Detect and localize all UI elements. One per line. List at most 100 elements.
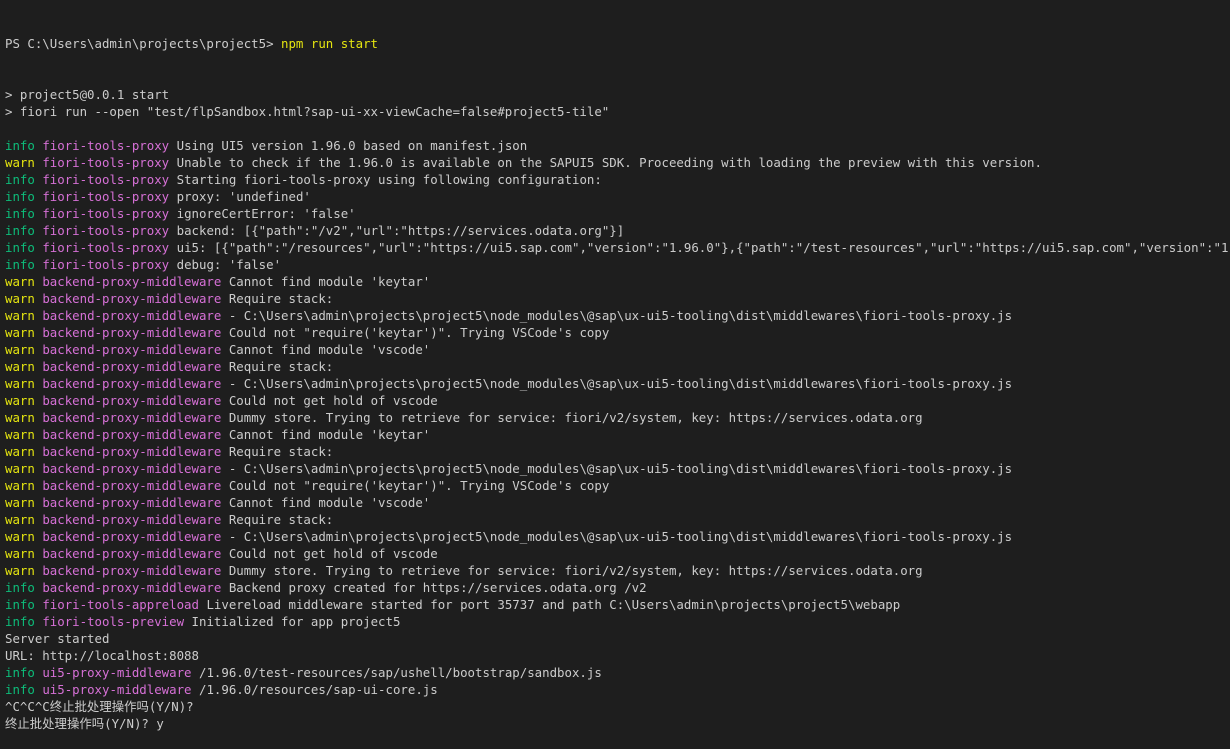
log-module: fiori-tools-proxy bbox=[42, 206, 170, 221]
status-line: URL: http://localhost:8088 bbox=[5, 648, 199, 663]
log-module: fiori-tools-proxy bbox=[42, 172, 170, 187]
log-level: info bbox=[5, 189, 35, 204]
log-module: backend-proxy-middleware bbox=[42, 359, 222, 374]
log-message: Initialized for app project5 bbox=[191, 614, 401, 629]
log-level: warn bbox=[5, 308, 35, 323]
log-line: info fiori-tools-appreload Livereload mi… bbox=[5, 596, 1230, 613]
log-message: Require stack: bbox=[228, 359, 334, 374]
log-message: Dummy store. Trying to retrieve for serv… bbox=[228, 410, 923, 425]
log-level: info bbox=[5, 682, 35, 697]
log-line: info fiori-tools-preview Initialized for… bbox=[5, 613, 1230, 630]
terminal-output[interactable]: PS C:\Users\admin\projects\project5> npm… bbox=[5, 1, 1230, 749]
log-level: warn bbox=[5, 563, 35, 578]
log-line: info ui5-proxy-middleware /1.96.0/test-r… bbox=[5, 664, 1230, 681]
log-line: info fiori-tools-proxy debug: 'false' bbox=[5, 256, 1230, 273]
terminal-lines: > project5@0.0.1 start > fiori run --open… bbox=[5, 86, 1230, 732]
log-level: warn bbox=[5, 461, 35, 476]
log-module: backend-proxy-middleware bbox=[42, 393, 222, 408]
header-line bbox=[5, 120, 1230, 137]
log-line: warn backend-proxy-middleware - C:\Users… bbox=[5, 528, 1230, 545]
log-line: warn backend-proxy-middleware Require st… bbox=[5, 511, 1230, 528]
log-level: warn bbox=[5, 410, 35, 425]
log-message: Unable to check if the 1.96.0 is availab… bbox=[176, 155, 1042, 170]
log-module: backend-proxy-middleware bbox=[42, 529, 222, 544]
log-line: info fiori-tools-proxy ignoreCertError: … bbox=[5, 205, 1230, 222]
log-level: warn bbox=[5, 512, 35, 527]
log-module: backend-proxy-middleware bbox=[42, 376, 222, 391]
log-line: warn backend-proxy-middleware Cannot fin… bbox=[5, 341, 1230, 358]
log-module: fiori-tools-appreload bbox=[42, 597, 199, 612]
log-level: warn bbox=[5, 376, 35, 391]
footer-line: ^C^C^C终止批处理操作吗(Y/N)? bbox=[5, 699, 194, 714]
log-message: Require stack: bbox=[228, 512, 334, 527]
log-module: backend-proxy-middleware bbox=[42, 563, 222, 578]
log-level: warn bbox=[5, 359, 35, 374]
log-message: - C:\Users\admin\projects\project5\node_… bbox=[228, 461, 1013, 476]
log-level: info bbox=[5, 257, 35, 272]
log-module: backend-proxy-middleware bbox=[42, 308, 222, 323]
log-line: warn backend-proxy-middleware - C:\Users… bbox=[5, 375, 1230, 392]
log-line: warn backend-proxy-middleware Could not … bbox=[5, 477, 1230, 494]
log-module: backend-proxy-middleware bbox=[42, 495, 222, 510]
log-line: info fiori-tools-proxy proxy: 'undefined… bbox=[5, 188, 1230, 205]
log-module: backend-proxy-middleware bbox=[42, 325, 222, 340]
log-line: warn backend-proxy-middleware Could not … bbox=[5, 324, 1230, 341]
log-module: backend-proxy-middleware bbox=[42, 444, 222, 459]
log-message: Could not "require('keytar')". Trying VS… bbox=[228, 325, 610, 340]
log-level: info bbox=[5, 240, 35, 255]
log-level: warn bbox=[5, 342, 35, 357]
command-text: npm run start bbox=[281, 36, 378, 51]
log-message: Backend proxy created for https://servic… bbox=[228, 580, 647, 595]
log-module: fiori-tools-preview bbox=[42, 614, 185, 629]
log-line: info ui5-proxy-middleware /1.96.0/resour… bbox=[5, 681, 1230, 698]
log-message: - C:\Users\admin\projects\project5\node_… bbox=[228, 308, 1013, 323]
log-module: ui5-proxy-middleware bbox=[42, 682, 192, 697]
log-message: Dummy store. Trying to retrieve for serv… bbox=[228, 563, 923, 578]
log-message: Require stack: bbox=[228, 291, 334, 306]
log-line: warn fiori-tools-proxy Unable to check i… bbox=[5, 154, 1230, 171]
header-line: > project5@0.0.1 start bbox=[5, 87, 170, 102]
log-line: warn backend-proxy-middleware Dummy stor… bbox=[5, 562, 1230, 579]
log-line: info fiori-tools-proxy ui5: [{"path":"/r… bbox=[5, 239, 1230, 256]
log-level: warn bbox=[5, 529, 35, 544]
log-line: warn backend-proxy-middleware Require st… bbox=[5, 290, 1230, 307]
log-message: debug: 'false' bbox=[176, 257, 282, 272]
log-line: info fiori-tools-proxy Starting fiori-to… bbox=[5, 171, 1230, 188]
log-message: ignoreCertError: 'false' bbox=[176, 206, 356, 221]
log-module: fiori-tools-proxy bbox=[42, 155, 170, 170]
log-message: Cannot find module 'keytar' bbox=[228, 427, 431, 442]
log-level: warn bbox=[5, 274, 35, 289]
log-module: backend-proxy-middleware bbox=[42, 274, 222, 289]
log-message: Could not get hold of vscode bbox=[228, 393, 438, 408]
log-module: ui5-proxy-middleware bbox=[42, 665, 192, 680]
log-module: backend-proxy-middleware bbox=[42, 512, 222, 527]
log-message: Could not get hold of vscode bbox=[228, 546, 438, 561]
log-level: warn bbox=[5, 393, 35, 408]
prompt-line: PS C:\Users\admin\projects\project5> npm… bbox=[5, 35, 1230, 52]
log-level: info bbox=[5, 172, 35, 187]
log-line: warn backend-proxy-middleware Cannot fin… bbox=[5, 494, 1230, 511]
log-message: /1.96.0/test-resources/sap/ushell/bootst… bbox=[198, 665, 602, 680]
log-message: Could not "require('keytar')". Trying VS… bbox=[228, 478, 610, 493]
log-level: warn bbox=[5, 546, 35, 561]
log-module: fiori-tools-proxy bbox=[42, 138, 170, 153]
log-level: warn bbox=[5, 495, 35, 510]
log-message: proxy: 'undefined' bbox=[176, 189, 311, 204]
log-message: Starting fiori-tools-proxy using followi… bbox=[176, 172, 602, 187]
status-line: Server started bbox=[5, 631, 110, 646]
log-line: warn backend-proxy-middleware Require st… bbox=[5, 358, 1230, 375]
log-message: Using UI5 version 1.96.0 based on manife… bbox=[176, 138, 528, 153]
log-module: backend-proxy-middleware bbox=[42, 342, 222, 357]
log-level: info bbox=[5, 223, 35, 238]
log-module: fiori-tools-proxy bbox=[42, 189, 170, 204]
log-level: info bbox=[5, 138, 35, 153]
log-level: info bbox=[5, 580, 35, 595]
log-level: warn bbox=[5, 444, 35, 459]
log-line: warn backend-proxy-middleware Cannot fin… bbox=[5, 273, 1230, 290]
log-level: warn bbox=[5, 155, 35, 170]
log-line: info backend-proxy-middleware Backend pr… bbox=[5, 579, 1230, 596]
log-message: /1.96.0/resources/sap-ui-core.js bbox=[198, 682, 438, 697]
footer-line: 终止批处理操作吗(Y/N)? y bbox=[5, 716, 164, 731]
log-message: backend: [{"path":"/v2","url":"https://s… bbox=[176, 223, 625, 238]
log-line: warn backend-proxy-middleware Could not … bbox=[5, 545, 1230, 562]
